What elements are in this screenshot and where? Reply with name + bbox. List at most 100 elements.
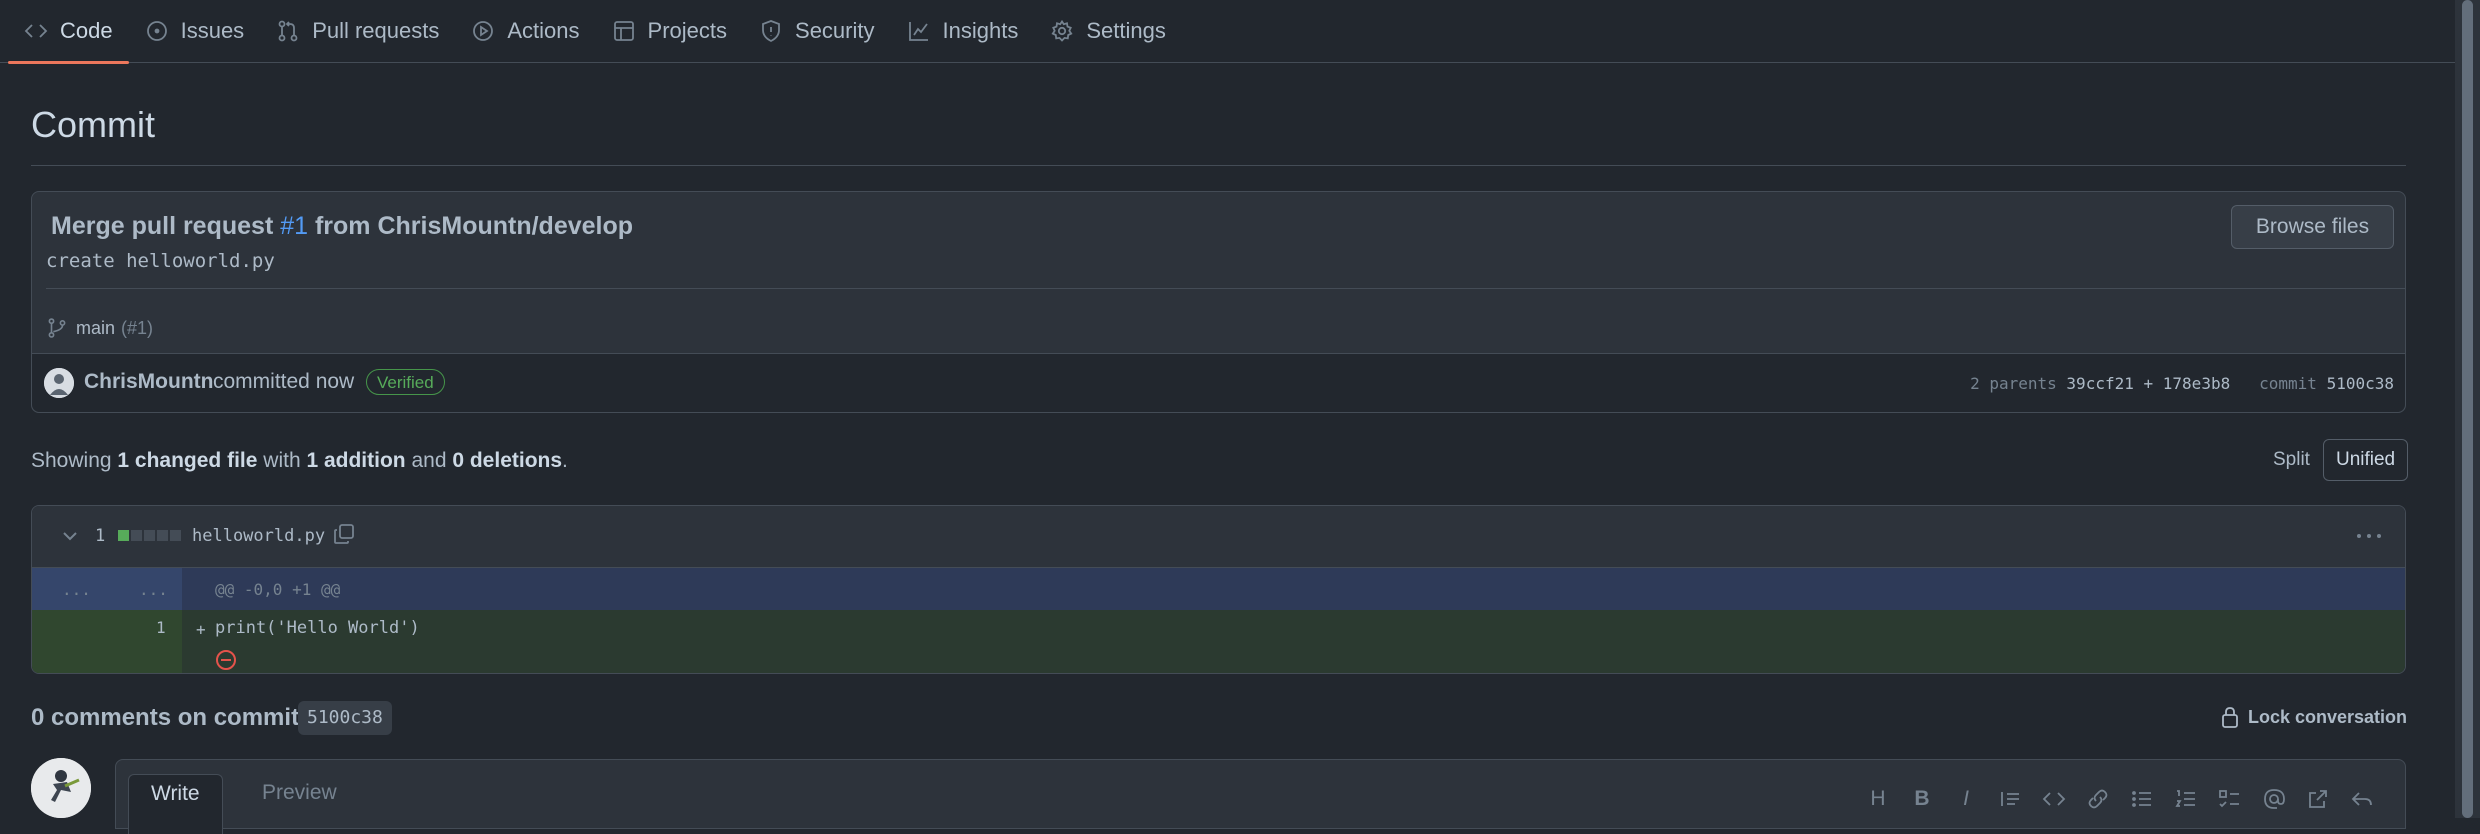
code-line: print('Hello World'): [215, 618, 420, 638]
heading-icon[interactable]: H: [1865, 786, 1891, 812]
tab-code[interactable]: Code: [8, 0, 129, 64]
parents-label: 2 parents: [1970, 374, 2057, 393]
tab-pull-requests[interactable]: Pull requests: [260, 0, 455, 63]
avatar-image: [44, 368, 74, 398]
tab-preview[interactable]: Preview: [240, 774, 359, 834]
hunk-header: @@ -0,0 +1 @@: [215, 580, 341, 599]
tab-settings[interactable]: Settings: [1034, 0, 1182, 63]
commit-title-suffix: from ChrisMountn/develop: [308, 212, 634, 240]
copy-icon[interactable]: [332, 522, 356, 546]
git-branch-icon: [48, 318, 66, 338]
tab-label: Settings: [1086, 18, 1166, 43]
tab-label: Pull requests: [312, 18, 440, 43]
page-scrollbar[interactable]: [2455, 0, 2480, 818]
unified-view-button[interactable]: Unified: [2322, 439, 2409, 481]
parent-sha-link[interactable]: 178e3b8: [2163, 374, 2230, 393]
shield-icon: [762, 20, 780, 43]
diffstat-block: [131, 530, 142, 541]
tab-projects[interactable]: Projects: [596, 0, 743, 63]
tab-label: Projects: [647, 18, 728, 43]
table-icon: [613, 21, 634, 41]
branch-info: main (#1): [46, 316, 153, 340]
tab-write[interactable]: Write: [128, 774, 223, 834]
commit-meta: 2 parents 39ccf21 + 178e3b8 commit 5100c…: [1970, 374, 2394, 393]
italic-icon[interactable]: I: [1953, 786, 1979, 812]
split-view-button[interactable]: Split: [2260, 439, 2323, 481]
parent-plus: +: [2143, 374, 2154, 393]
no-newline-icon: [216, 650, 236, 670]
comment-editor: Write Preview H B I: [115, 759, 2406, 834]
file-header: 1 helloworld.py: [32, 506, 2405, 568]
repo-nav: Code Issues Pull requests Actions Projec…: [0, 0, 2455, 64]
lock-label: Lock conversation: [2247, 706, 2407, 727]
avatar-image: [31, 758, 91, 818]
divider: [46, 288, 2405, 289]
graph-icon: [908, 22, 928, 41]
gear-icon: [1051, 19, 1073, 42]
file-name-link[interactable]: helloworld.py: [192, 526, 325, 546]
tab-label: Actions: [507, 18, 580, 43]
verified-badge[interactable]: Verified: [366, 369, 445, 395]
ordered-list-icon[interactable]: [2173, 786, 2199, 812]
commit-box: Merge pull request #1 from ChrisMountn/d…: [31, 191, 2406, 413]
bold-icon[interactable]: B: [1909, 786, 1935, 812]
pull-request-link[interactable]: #1: [280, 212, 308, 240]
line-number[interactable]: 1: [156, 618, 166, 637]
tab-security[interactable]: Security: [743, 0, 890, 63]
link-icon[interactable]: [2085, 786, 2111, 812]
commit-sha: 5100c38: [2326, 374, 2394, 393]
tab-actions[interactable]: Actions: [455, 0, 595, 63]
chevron-down-icon[interactable]: [60, 526, 80, 546]
tab-label: Code: [60, 18, 113, 43]
branch-pr-link[interactable]: (#1): [121, 318, 153, 339]
diffstat-block: [118, 530, 129, 541]
tab-label: Insights: [942, 18, 1019, 43]
tab-issues[interactable]: Issues: [129, 0, 261, 63]
browse-files-button[interactable]: Browse files: [2231, 205, 2394, 249]
summary-text: Showing: [31, 449, 118, 472]
diff-view-toggle: Split Unified: [2260, 439, 2409, 481]
diffstat-bar: [118, 530, 181, 541]
commit-sha-chip: 5100c38: [298, 701, 392, 735]
issue-opened-icon: [146, 21, 167, 41]
cross-reference-icon[interactable]: [2305, 786, 2331, 812]
summary-text: and: [405, 449, 453, 472]
added-line: 1 + print('Hello World'): [32, 610, 2405, 673]
lock-conversation-button[interactable]: Lock conversation: [2220, 705, 2407, 729]
branch-link[interactable]: main: [76, 318, 115, 339]
unordered-list-icon[interactable]: [2129, 786, 2155, 812]
diff-summary: Showing 1 changed file with 1 addition a…: [31, 449, 568, 473]
summary-text: with: [257, 449, 307, 472]
hunk-expand-left[interactable]: ...: [62, 580, 91, 599]
diffstat-block: [144, 530, 155, 541]
author-row: ChrisMountn committed now Verified 2 par…: [32, 354, 2405, 412]
play-icon: [473, 21, 494, 41]
author-link[interactable]: ChrisMountn: [84, 370, 213, 394]
commit-description: create helloworld.py: [46, 250, 275, 272]
avatar[interactable]: [31, 758, 91, 818]
reply-icon[interactable]: [2349, 786, 2375, 812]
commit-title-prefix: Merge pull request: [51, 212, 281, 240]
tab-insights[interactable]: Insights: [891, 0, 1035, 63]
line-marker: +: [196, 620, 206, 639]
file-diff: 1 helloworld.py ... ... @@ -0,0 +1 @@ 1 …: [31, 505, 2406, 674]
quote-icon[interactable]: [1997, 786, 2023, 812]
comments-title: 0 comments on commit: [31, 704, 300, 731]
lock-icon: [2222, 707, 2238, 728]
hunk-expand-right[interactable]: ...: [139, 580, 168, 599]
markdown-toolbar: H B I: [1865, 786, 2375, 812]
divider: [31, 165, 2406, 166]
scrollbar-thumb[interactable]: [2462, 0, 2473, 818]
task-list-icon[interactable]: [2217, 786, 2243, 812]
git-pull-request-icon: [278, 20, 298, 42]
avatar[interactable]: [44, 368, 74, 398]
parent-sha-link[interactable]: 39ccf21: [2066, 374, 2133, 393]
summary-additions: 1 addition: [306, 449, 406, 472]
summary-changed: 1 changed file: [117, 449, 258, 472]
mention-icon[interactable]: [2261, 786, 2287, 812]
summary-text: .: [562, 449, 568, 472]
code-icon[interactable]: [2041, 786, 2067, 812]
kebab-horizontal-icon[interactable]: [2355, 526, 2383, 546]
diffstat-block: [170, 530, 181, 541]
commit-label: commit: [2259, 374, 2317, 393]
